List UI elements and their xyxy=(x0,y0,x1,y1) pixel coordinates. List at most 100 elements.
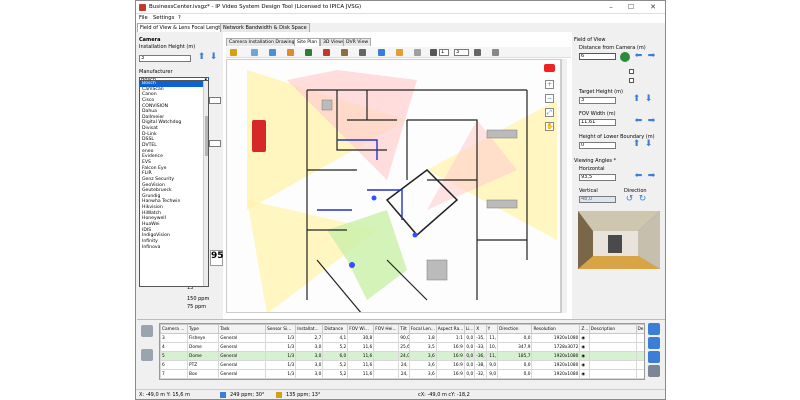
column-header[interactable]: Task xyxy=(218,324,267,334)
arrow-down-icon-3[interactable]: ⬇ xyxy=(644,139,653,150)
ruler-tool-icon[interactable] xyxy=(359,49,366,56)
install-height-input[interactable]: 3 xyxy=(139,55,191,62)
column-header[interactable]: Camera ... xyxy=(160,324,189,334)
arrow-left-icon[interactable]: ⬅ xyxy=(634,51,643,62)
column-header[interactable]: Resolution xyxy=(531,324,581,334)
dropdown-scrollbar[interactable] xyxy=(203,81,208,286)
car-icon[interactable] xyxy=(252,120,266,152)
column-header[interactable]: FOV Wi... xyxy=(347,324,375,334)
menu-settings[interactable]: Settings xyxy=(153,15,174,21)
car-tool-icon[interactable] xyxy=(323,49,330,56)
distance-input[interactable]: 6 xyxy=(579,53,616,60)
table-row[interactable]: 7 Box General 1/3 3,0 5,2 11,6 24, 3,6 16:9 0,0 -32… xyxy=(160,369,644,379)
arrow-up-icon-2[interactable]: ⬆ xyxy=(632,94,641,105)
dropdown-scroll-thumb[interactable] xyxy=(205,116,208,156)
zoom-select-2[interactable]: 3 xyxy=(454,49,469,56)
side-dropdown-2[interactable] xyxy=(209,140,221,147)
remove-camera-icon[interactable] xyxy=(648,337,660,349)
close-button[interactable]: ✕ xyxy=(646,3,660,12)
checkbox-2[interactable] xyxy=(629,78,634,83)
fov-width-input[interactable]: 11,61 xyxy=(579,119,616,126)
side-dropdown[interactable] xyxy=(209,97,221,104)
arrow-up-icon[interactable]: ⬆ xyxy=(197,52,206,63)
column-header[interactable]: Focal Len... xyxy=(408,324,437,334)
table-row[interactable]: 5 Dome General 1/3 3,0 6,0 11,6 24,0 3,6 16:9 0,0-… xyxy=(160,351,644,361)
menu-file[interactable]: File xyxy=(139,15,148,21)
column-header[interactable]: De... xyxy=(635,324,644,334)
plan-vertical-scrollbar[interactable] xyxy=(561,59,567,313)
zoom-select-1[interactable]: 1 xyxy=(439,49,449,56)
target-height-input[interactable]: 3 xyxy=(579,97,616,104)
camera-marker-icon-2[interactable] xyxy=(371,195,377,201)
tab-dvr-view[interactable]: DVR View xyxy=(343,38,372,46)
undo-icon[interactable] xyxy=(396,49,403,56)
layers-icon[interactable] xyxy=(474,49,481,56)
tab-field-of-view[interactable]: Field of View & Lens Focal Length xyxy=(137,23,227,32)
eye-icon[interactable]: ◉ xyxy=(579,342,590,352)
column-header[interactable]: Tilt xyxy=(398,324,410,334)
tab-network-bandwidth[interactable]: Network Bandwidth & Disk Space xyxy=(220,23,310,32)
checkbox-1[interactable] xyxy=(629,69,634,74)
grid-icon[interactable] xyxy=(430,49,437,56)
rotate-left-icon[interactable]: ↺ xyxy=(625,194,634,205)
tree-tool-icon[interactable] xyxy=(305,49,312,56)
table-row[interactable]: 4 Dome General 1/3 3,0 5,2 11,6 25,6 3,5 16:9 0,0-… xyxy=(160,342,644,352)
maximize-button[interactable]: ☐ xyxy=(624,3,638,12)
column-header[interactable]: Aspect Ra... xyxy=(435,324,465,334)
arrow-right-icon-3[interactable]: ➡ xyxy=(647,171,656,182)
eye-icon[interactable]: ◉ xyxy=(579,333,590,343)
camera-tool-icon[interactable] xyxy=(230,49,237,56)
column-header[interactable]: Y xyxy=(485,324,499,334)
select-tool-icon[interactable] xyxy=(251,49,258,56)
wall-tool-icon[interactable] xyxy=(287,49,294,56)
camera-marker-icon[interactable] xyxy=(349,262,355,268)
camera-list-icon[interactable] xyxy=(141,325,153,337)
video-record-icon[interactable] xyxy=(544,64,555,72)
settings-icon[interactable] xyxy=(648,365,660,377)
door-tool-icon[interactable] xyxy=(341,49,348,56)
arrow-left-icon-2[interactable]: ⬅ xyxy=(634,116,643,127)
tab-installation-drawing[interactable]: Camera Installation Drawing xyxy=(226,38,298,46)
square-tool-icon[interactable] xyxy=(269,49,276,56)
pen-tool-icon[interactable] xyxy=(378,49,385,56)
horizontal-input[interactable]: 93,5 xyxy=(579,174,616,181)
column-header[interactable]: Z... xyxy=(579,324,590,334)
zoom-fit-icon[interactable]: ⤢ xyxy=(545,108,554,117)
column-header[interactable]: FOV Hei... xyxy=(373,324,400,334)
lower-boundary-input[interactable]: 0 xyxy=(579,142,616,149)
column-header[interactable]: Installat... xyxy=(295,324,324,334)
column-header[interactable]: Description xyxy=(588,324,637,334)
info-icon[interactable] xyxy=(648,351,660,363)
camera-marker-icon-3[interactable] xyxy=(412,232,418,238)
arrow-down-icon-2[interactable]: ⬇ xyxy=(644,94,653,105)
column-header[interactable]: Direction xyxy=(497,324,533,334)
print-icon[interactable] xyxy=(492,49,499,56)
column-header[interactable]: Sensor Si... xyxy=(265,324,297,334)
zoom-in-icon[interactable]: + xyxy=(545,80,554,89)
arrow-right-icon[interactable]: ➡ xyxy=(647,51,656,62)
column-header[interactable]: Li... xyxy=(463,324,476,334)
eye-icon[interactable]: ◉ xyxy=(579,351,590,361)
menu-help[interactable]: ? xyxy=(178,15,181,21)
column-header[interactable]: Type xyxy=(187,324,220,334)
add-camera-icon[interactable] xyxy=(648,323,660,335)
manufacturer-option[interactable]: Infinova xyxy=(140,245,208,251)
camera-table[interactable]: Camera ... Type Task Sensor Si... Installat.… xyxy=(159,323,645,380)
pan-hand-icon[interactable]: ✋ xyxy=(545,122,554,131)
eye-icon[interactable]: ◉ xyxy=(579,369,590,379)
rotate-right-icon[interactable]: ↻ xyxy=(638,194,647,205)
tab-site-plan[interactable]: Site Plan xyxy=(294,38,321,46)
floor-plan[interactable]: + − ⤢ ✋ xyxy=(226,59,561,313)
arrow-down-icon[interactable]: ⬇ xyxy=(209,52,218,63)
edit-pen-icon[interactable] xyxy=(141,349,153,361)
table-row[interactable]: 3 Fisheye General 1/3 2,7 4,1 30,8 90,0 1,8 1:1 0,… xyxy=(160,333,644,343)
column-header[interactable]: X xyxy=(474,324,487,334)
arrow-up-icon-3[interactable]: ⬆ xyxy=(632,139,641,150)
arrow-right-icon-2[interactable]: ➡ xyxy=(647,116,656,127)
minimize-button[interactable]: – xyxy=(604,3,618,12)
table-row[interactable]: 6 PTZ General 1/3 3,0 5,2 11,6 24, 3,6 16:9 0,0 -38… xyxy=(160,360,644,370)
eye-icon[interactable]: ◉ xyxy=(579,360,590,370)
column-header[interactable]: Distance xyxy=(322,324,349,334)
eraser-icon[interactable] xyxy=(414,49,421,56)
zoom-out-icon[interactable]: − xyxy=(545,94,554,103)
